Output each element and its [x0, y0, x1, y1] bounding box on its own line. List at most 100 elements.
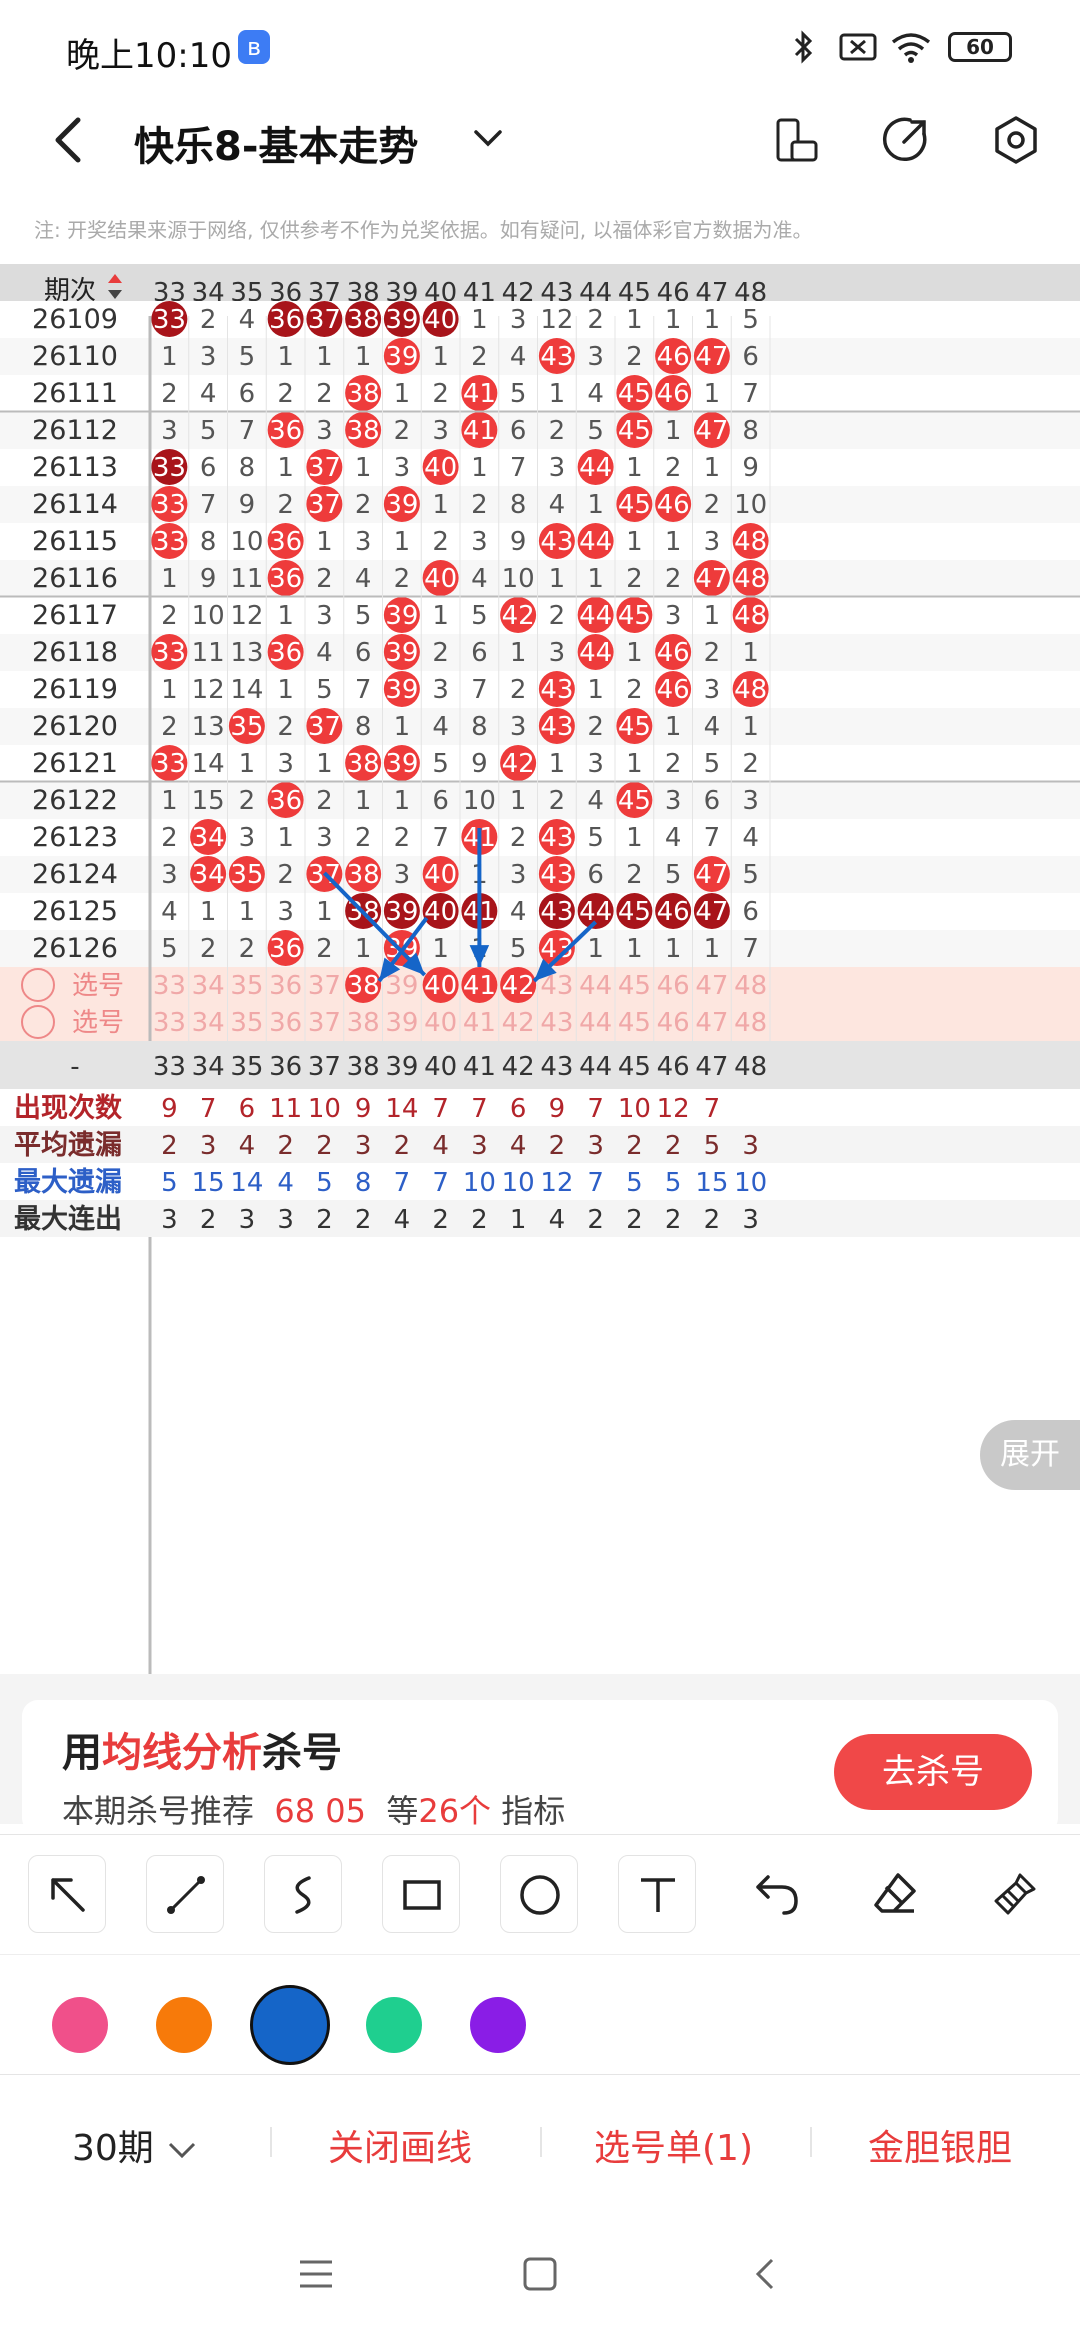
promo-line-b: 等: [386, 1792, 419, 1830]
stats-value: 3: [277, 1205, 294, 1235]
kill-number-button[interactable]: 去杀号: [834, 1734, 1032, 1810]
omission-cell: 10: [230, 527, 263, 557]
draw-ball-number: 38: [347, 379, 380, 409]
omission-cell: 1: [626, 453, 643, 483]
omission-cell: 2: [316, 379, 333, 409]
draw-ball-number: 48: [734, 564, 767, 594]
draw-ball-number: 47: [695, 860, 728, 890]
period-select[interactable]: 30期: [72, 2119, 199, 2171]
omission-cell: 2: [626, 860, 643, 890]
undo-icon[interactable]: [752, 1869, 802, 1919]
top-nav: 快乐8-基本走势: [0, 90, 1080, 190]
color-green-swatch[interactable]: [366, 1997, 422, 2053]
stats-value: 7: [200, 1094, 217, 1124]
omission-cell: 2: [742, 749, 759, 779]
omission-cell: 1: [394, 786, 411, 816]
color-blue-swatch[interactable]: [250, 1985, 330, 2065]
stats-value: 3: [742, 1205, 759, 1235]
omission-cell: 1: [626, 934, 643, 964]
circle-tool[interactable]: [500, 1855, 578, 1933]
draw-ball-number: 40: [424, 564, 457, 594]
omission-cell: 1: [239, 749, 256, 779]
golden-button[interactable]: 金胆银胆: [868, 2119, 1012, 2171]
draw-ball-number: 47: [695, 897, 728, 927]
omission-cell: 1: [626, 638, 643, 668]
settings-hexagon-icon[interactable]: [990, 114, 1042, 166]
ticket-button[interactable]: 选号单(1): [594, 2119, 753, 2171]
omission-cell: 1: [626, 527, 643, 557]
omission-cell: 4: [587, 786, 604, 816]
color-palette: [0, 1954, 1080, 2074]
omission-cell: 4: [239, 305, 256, 335]
arrow-tool[interactable]: [28, 1855, 106, 1933]
omission-cell: 11: [230, 564, 263, 594]
omission-cell: 2: [587, 305, 604, 335]
select-cell: 40: [424, 1008, 457, 1038]
select-cell: 38: [347, 1008, 380, 1038]
brush-clear-icon[interactable]: [990, 1869, 1040, 1919]
chevron-down-icon[interactable]: [470, 120, 506, 156]
color-pink-swatch[interactable]: [52, 1997, 108, 2053]
omission-cell: 1: [394, 712, 411, 742]
stats-value: 2: [316, 1131, 333, 1161]
draw-ball-number: 33: [153, 453, 186, 483]
omission-cell: 1: [510, 638, 527, 668]
text-tool[interactable]: [618, 1855, 696, 1933]
footer-column: 39: [385, 1052, 418, 1082]
select-cell: 35: [230, 1008, 263, 1038]
expand-button[interactable]: 展开: [980, 1420, 1080, 1490]
omission-cell: 9: [471, 749, 488, 779]
stats-value: 4: [277, 1168, 294, 1198]
omission-cell: 1: [704, 934, 721, 964]
omission-cell: 4: [161, 897, 178, 927]
curve-icon: [295, 1876, 311, 1914]
omission-cell: 1: [355, 934, 372, 964]
omission-cell: 6: [510, 416, 527, 446]
draw-ball-number: 40: [424, 305, 457, 335]
omission-cell: 2: [316, 564, 333, 594]
omission-cell: 9: [510, 527, 527, 557]
draw-ball-number: 36: [269, 564, 302, 594]
draw-ball-number: 36: [269, 786, 302, 816]
stats-value: 2: [432, 1205, 449, 1235]
omission-cell: 3: [510, 712, 527, 742]
draw-ball-number: 47: [695, 416, 728, 446]
omission-cell: 2: [665, 453, 682, 483]
omission-cell: 1: [742, 638, 759, 668]
line-tool[interactable]: [146, 1855, 224, 1933]
eraser-icon[interactable]: [870, 1869, 920, 1919]
omission-cell: 1: [277, 601, 294, 631]
color-orange-swatch[interactable]: [156, 1997, 212, 2053]
home-square-icon[interactable]: [518, 2252, 562, 2296]
omission-cell: 2: [394, 564, 411, 594]
footer-column: 48: [734, 1052, 767, 1082]
draw-ball-number: 35: [230, 860, 263, 890]
color-purple-swatch[interactable]: [470, 1997, 526, 2053]
curve-tool[interactable]: [264, 1855, 342, 1933]
close-line-button[interactable]: 关闭画线: [328, 2119, 472, 2171]
back-chevron-icon[interactable]: [744, 2252, 788, 2296]
omission-cell: 4: [432, 712, 449, 742]
stats-value: 7: [587, 1094, 604, 1124]
draw-ball-number: 38: [347, 860, 380, 890]
share-icon[interactable]: [880, 114, 932, 166]
stats-value: 10: [618, 1094, 651, 1124]
page-title[interactable]: 快乐8-基本走势: [134, 114, 418, 172]
omission-cell: 6: [432, 786, 449, 816]
draw-ball-number: 41: [463, 416, 496, 446]
footer-header: -: [70, 1052, 79, 1082]
period-cell: 26125: [32, 896, 118, 927]
rectangle-tool[interactable]: [382, 1855, 460, 1933]
back-arrow-icon[interactable]: [44, 112, 94, 168]
omission-cell: 1: [161, 342, 178, 372]
draw-ball-number: 44: [579, 601, 612, 631]
stats-value: 2: [161, 1131, 178, 1161]
draw-ball-number: 46: [657, 490, 690, 520]
trend-table: 期次 33 34 35 36 37 38 39 40 41 42 43 44 45 46 47 4826109 3…: [0, 264, 1080, 1674]
menu-icon[interactable]: [294, 2252, 338, 2296]
draw-ball-number: 46: [657, 675, 690, 705]
omission-cell: 2: [161, 823, 178, 853]
omission-cell: 2: [394, 416, 411, 446]
rotate-screen-icon[interactable]: [770, 114, 822, 166]
draw-ball-number: 42: [502, 601, 535, 631]
